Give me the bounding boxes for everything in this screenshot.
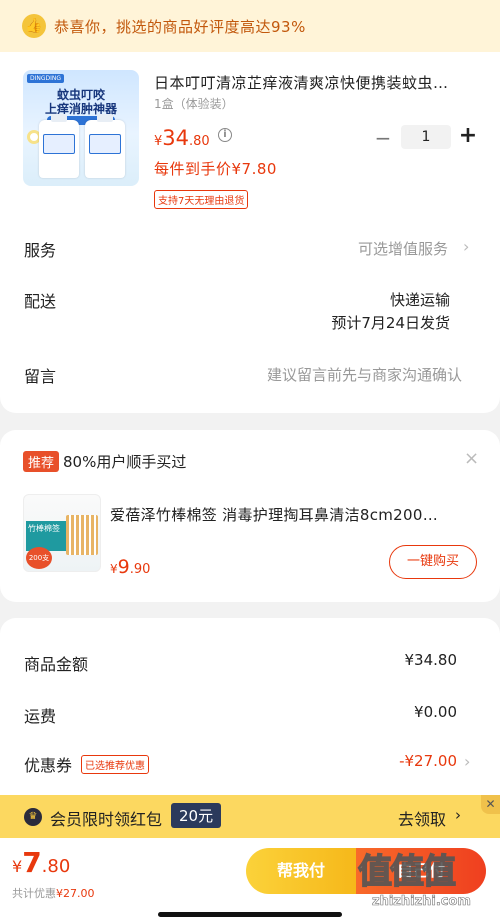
bottle-image <box>85 114 125 178</box>
coupon-value[interactable]: -¥27.00 <box>399 752 457 770</box>
total-price: ¥7.80 <box>12 846 71 879</box>
delivery-method[interactable]: 快递运输 <box>390 289 450 310</box>
cotton-swab-image <box>66 515 98 555</box>
thumbs-up-icon: 👍 <box>22 14 46 38</box>
home-indicator[interactable] <box>158 912 342 917</box>
info-icon[interactable]: i <box>218 128 232 142</box>
chevron-right-icon[interactable]: › <box>455 806 461 824</box>
shipping-label: 运费 <box>24 707 57 726</box>
goods-amount-label: 商品金额 <box>24 655 89 674</box>
quantity-increase-button[interactable]: + <box>458 123 478 148</box>
member-promo-text: 会员限时领红包 <box>50 810 163 829</box>
product-title[interactable]: 日本叮叮清凉芷痒液清爽凉快便携装蚊虫… <box>154 72 472 93</box>
return-policy-tag: 支持7天无理由退货 <box>154 190 249 209</box>
chevron-right-icon[interactable]: › <box>463 237 469 256</box>
product-image[interactable]: DINGDING 蚊虫叮咬 上痒消肿神器 <box>23 70 139 186</box>
close-icon[interactable]: ✕ <box>481 795 500 814</box>
recommend-title: 80%用户顺手买过 <box>63 453 187 471</box>
delivery-label: 配送 <box>24 292 57 311</box>
member-redpacket-amount: 20元 <box>171 803 222 828</box>
message-input[interactable]: 建议留言前先与商家沟通确认 <box>267 364 462 385</box>
brand-logo: DINGDING <box>27 74 65 83</box>
recommend-image-label: 竹棒棉签 <box>26 521 66 551</box>
quantity-decrease-button[interactable]: − <box>374 126 392 150</box>
help-me-pay-button[interactable]: 帮我付 <box>246 848 356 894</box>
delivery-date: 预计7月24日发货 <box>331 314 450 332</box>
coupon-label: 优惠券 <box>24 756 73 775</box>
claim-redpacket-link[interactable]: 去领取 <box>398 806 446 830</box>
chevron-right-icon[interactable]: › <box>464 752 470 771</box>
recommend-product-name[interactable]: 爱蓓泽竹棒棉签 消毒护理掏耳鼻清洁8cm200… <box>110 504 466 525</box>
hand-price: 每件到手价¥7.80 <box>154 160 277 178</box>
recommend-product-price: ¥9.90 <box>110 556 151 578</box>
bottle-image <box>39 114 79 178</box>
total-discount: 共计优惠¥27.00 <box>12 887 95 900</box>
one-click-buy-button[interactable]: 一键购买 <box>389 545 477 579</box>
service-label: 服务 <box>24 241 57 260</box>
close-icon[interactable]: × <box>464 448 479 469</box>
goods-amount-value: ¥34.80 <box>404 651 458 669</box>
rating-banner: 👍 恭喜你，挑选的商品好评度高达93% <box>0 0 500 52</box>
message-label: 留言 <box>24 367 57 386</box>
product-spec[interactable]: 1盒（体验装） <box>154 95 234 112</box>
recommend-product-image[interactable]: 竹棒棉签 200支 <box>23 494 101 572</box>
product-image-subheadline: 上痒消肿神器 <box>44 102 117 116</box>
service-value[interactable]: 可选增值服务 <box>358 238 448 259</box>
product-price: ¥34.80 <box>154 126 210 150</box>
rating-banner-text: 恭喜你，挑选的商品好评度高达93% <box>54 17 306 36</box>
coupon-recommend-tag: 已选推荐优惠 <box>81 755 149 774</box>
quantity-input[interactable]: 1 <box>401 125 451 149</box>
crown-icon: ♛ <box>24 808 42 826</box>
shipping-value: ¥0.00 <box>414 703 457 721</box>
recommend-image-badge: 200支 <box>26 547 52 569</box>
recommend-badge: 推荐 <box>23 451 60 472</box>
watermark: 值值值 zhizhizhi.com <box>357 851 471 909</box>
